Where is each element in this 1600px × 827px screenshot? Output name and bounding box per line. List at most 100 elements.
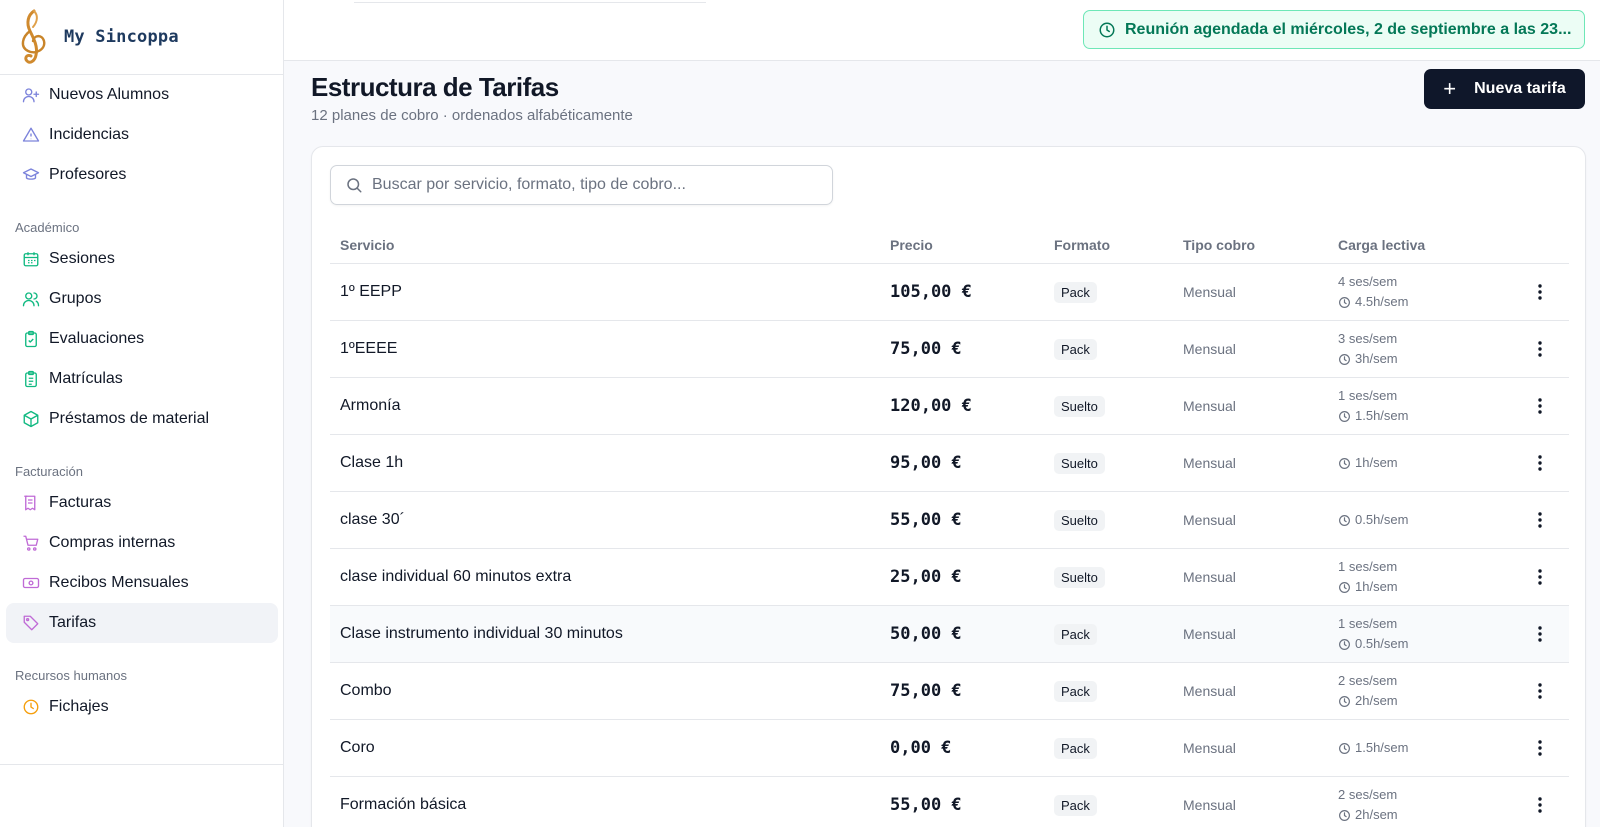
row-actions-button[interactable]	[1528, 264, 1552, 320]
cell-carga-lectiva: 1h/sem	[1338, 435, 1398, 491]
cell-servicio: Clase instrumento individual 30 minutos	[340, 625, 623, 642]
hours-per-week: 1h/sem	[1338, 453, 1398, 473]
cell-tipo-cobro: Mensual	[1183, 626, 1236, 642]
cell-tipo-cobro: Mensual	[1183, 569, 1236, 585]
cell-servicio: 1º EEPP	[340, 283, 402, 300]
row-actions-button[interactable]	[1528, 321, 1552, 377]
col-formato[interactable]: Formato	[1054, 237, 1110, 253]
hours-per-week: 0.5h/sem	[1338, 510, 1408, 530]
table-row[interactable]: 1ºEEEE 75,00 € Pack Mensual 3 ses/sem 3h…	[330, 321, 1569, 378]
cell-tipo-cobro: Mensual	[1183, 797, 1236, 813]
table-row[interactable]: Formación básica 55,00 € Pack Mensual 2 …	[330, 777, 1569, 827]
cell-tipo-cobro: Mensual	[1183, 398, 1236, 414]
sidebar-item-profesores[interactable]: Profesores	[6, 155, 278, 195]
cell-formato: Pack	[1054, 663, 1097, 719]
cell-tipo-cobro: Mensual	[1183, 341, 1236, 357]
cell-tipo-cobro: Mensual	[1183, 740, 1236, 756]
sidebar-item-label: Préstamos de material	[49, 410, 210, 427]
hours-per-week: 2h/sem	[1338, 691, 1398, 711]
tariffs-card: Servicio Precio Formato Tipo cobro Carga…	[311, 146, 1586, 827]
hours-per-week: 1.5h/sem	[1338, 738, 1408, 758]
top-bar: Reunión agendada el miércoles, 2 de sept…	[284, 0, 1600, 61]
sidebar-item-fichajes[interactable]: Fichajes	[6, 687, 278, 727]
box-icon	[23, 410, 39, 428]
table-row[interactable]: Combo 75,00 € Pack Mensual 2 ses/sem 2h/…	[330, 663, 1569, 720]
cell-precio: 120,00 €	[890, 396, 972, 416]
meeting-notice[interactable]: Reunión agendada el miércoles, 2 de sept…	[1083, 10, 1585, 49]
table-row[interactable]: Coro 0,00 € Pack Mensual 1.5h/sem	[330, 720, 1569, 777]
sidebar-footer	[0, 764, 284, 827]
cell-precio: 75,00 €	[890, 339, 962, 359]
table-row[interactable]: clase 30´ 55,00 € Suelto Mensual 0.5h/se…	[330, 492, 1569, 549]
sidebar-item-compras-internas[interactable]: Compras internas	[6, 523, 278, 563]
col-precio[interactable]: Precio	[890, 237, 933, 253]
search-box[interactable]	[330, 165, 833, 205]
cell-formato: Pack	[1054, 777, 1097, 827]
more-vertical-icon	[1538, 569, 1542, 585]
hours-per-week: 0.5h/sem	[1338, 634, 1408, 654]
sidebar-item-tarifas[interactable]: Tarifas	[6, 603, 278, 643]
format-badge: Pack	[1054, 794, 1097, 816]
format-badge: Pack	[1054, 623, 1097, 645]
sidebar-item-facturas[interactable]: Facturas	[6, 483, 278, 523]
row-actions-button[interactable]	[1528, 606, 1552, 662]
sessions-per-week: 1 ses/sem	[1338, 559, 1398, 574]
sidebar-item-label: Grupos	[49, 290, 102, 307]
hours-text: 1.5h/sem	[1355, 408, 1409, 423]
row-actions-button[interactable]	[1528, 435, 1552, 491]
table-row[interactable]: Clase 1h 95,00 € Suelto Mensual 1h/sem	[330, 435, 1569, 492]
table-row[interactable]: clase individual 60 minutos extra 25,00 …	[330, 549, 1569, 606]
sidebar-item-evaluaciones[interactable]: Evaluaciones	[6, 319, 278, 359]
more-vertical-icon	[1538, 341, 1542, 357]
cell-formato: Pack	[1054, 606, 1097, 662]
row-actions-button[interactable]	[1528, 378, 1552, 434]
nav-section-academico: Académico	[15, 220, 80, 235]
sidebar-item-sesiones[interactable]: Sesiones	[6, 239, 278, 279]
hours-text: 0.5h/sem	[1355, 636, 1409, 651]
col-carga-lectiva[interactable]: Carga lectiva	[1338, 237, 1425, 253]
sessions-per-week: 2 ses/sem	[1338, 673, 1398, 688]
new-tariff-button[interactable]: + Nueva tarifa	[1424, 69, 1585, 109]
table-row[interactable]: 1º EEPP 105,00 € Pack Mensual 4 ses/sem …	[330, 264, 1569, 321]
format-badge: Pack	[1054, 737, 1097, 759]
table-row[interactable]: Armonía 120,00 € Suelto Mensual 1 ses/se…	[330, 378, 1569, 435]
sidebar-item-nuevos-alumnos[interactable]: Nuevos Alumnos	[6, 75, 278, 115]
hours-text: 3h/sem	[1355, 351, 1398, 366]
col-servicio[interactable]: Servicio	[340, 237, 394, 253]
cell-precio: 55,00 €	[890, 795, 962, 815]
page-title: Estructura de Tarifas	[311, 72, 559, 102]
cell-servicio: Armonía	[340, 397, 401, 414]
row-actions-button[interactable]	[1528, 777, 1552, 827]
table-row[interactable]: Clase instrumento individual 30 minutos …	[330, 606, 1569, 663]
clock-icon	[1099, 22, 1115, 37]
search-input[interactable]	[372, 176, 812, 194]
cell-servicio: Combo	[340, 682, 392, 699]
cell-servicio: clase 30´	[340, 511, 405, 528]
sidebar-item-grupos[interactable]: Grupos	[6, 279, 278, 319]
sidebar-item-prestamos[interactable]: Préstamos de material	[6, 399, 278, 439]
sidebar-item-matriculas[interactable]: Matrículas	[6, 359, 278, 399]
sidebar-item-incidencias[interactable]: Incidencias	[6, 115, 278, 155]
sidebar-nav: Nuevos Alumnos Incidencias Profesores Ac…	[0, 75, 284, 764]
cell-carga-lectiva: 1.5h/sem	[1338, 720, 1408, 776]
cell-formato: Suelto	[1054, 492, 1105, 548]
row-actions-button[interactable]	[1528, 720, 1552, 776]
sidebar-item-recibos-mensuales[interactable]: Recibos Mensuales	[6, 563, 278, 603]
row-actions-button[interactable]	[1528, 663, 1552, 719]
hours-text: 1h/sem	[1355, 579, 1398, 594]
table-header: Servicio Precio Formato Tipo cobro Carga…	[330, 227, 1569, 264]
row-actions-button[interactable]	[1528, 492, 1552, 548]
cell-formato: Suelto	[1054, 435, 1105, 491]
plus-icon: +	[1443, 76, 1457, 101]
brand[interactable]: My Sincoppa	[0, 0, 283, 75]
cell-formato: Pack	[1054, 720, 1097, 776]
col-tipo-cobro[interactable]: Tipo cobro	[1183, 237, 1255, 253]
sidebar-item-label: Nuevos Alumnos	[49, 86, 170, 103]
row-actions-button[interactable]	[1528, 549, 1552, 605]
clock-icon	[23, 699, 39, 715]
hours-text: 0.5h/sem	[1355, 512, 1409, 527]
receipt-icon	[24, 495, 36, 511]
clock-icon	[1339, 742, 1350, 754]
calendar-icon	[23, 252, 39, 267]
meeting-notice-text: Reunión agendada el miércoles, 2 de sept…	[1125, 20, 1572, 38]
